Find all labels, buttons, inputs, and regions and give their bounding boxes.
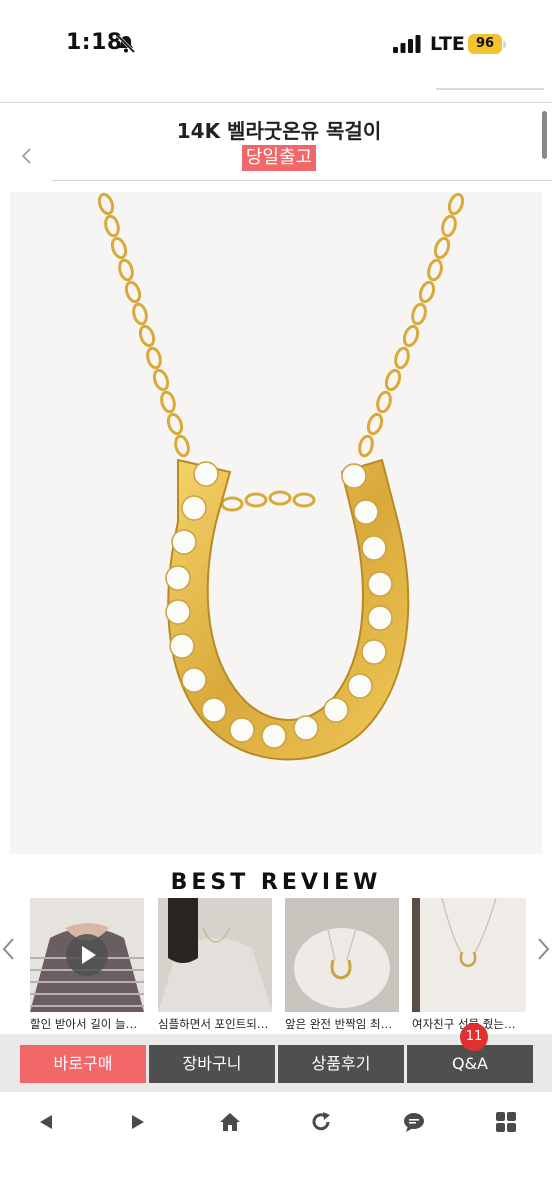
same-day-shipping-badge: 당일출고 <box>241 145 317 171</box>
badge-wrap: 당일출고 <box>0 145 552 171</box>
battery-cap <box>503 41 506 48</box>
divider <box>52 180 552 181</box>
browser-toolbar <box>0 1092 552 1200</box>
battery-indicator: 96 <box>468 34 506 56</box>
network-label: LTE <box>430 33 465 55</box>
battery-level: 96 <box>468 34 502 54</box>
review-thumbnail[interactable] <box>158 898 272 1012</box>
back-arrow-icon[interactable] <box>34 1110 58 1134</box>
cart-button[interactable]: 장바구니 <box>149 1045 275 1083</box>
divider <box>436 88 544 90</box>
grid-icon[interactable] <box>494 1110 518 1134</box>
best-review-title: BEST REVIEW <box>170 870 382 895</box>
buy-now-button[interactable]: 바로구매 <box>20 1045 146 1083</box>
chat-icon[interactable] <box>402 1110 426 1134</box>
review-thumbnail[interactable] <box>285 898 399 1012</box>
status-bar: 1:18 LTE 96 <box>0 0 552 92</box>
home-icon[interactable] <box>218 1110 242 1134</box>
review-caption: 할인 받아서 길이 늘리… <box>30 1017 144 1031</box>
reviews-button[interactable]: 상품후기 <box>278 1045 404 1083</box>
horseshoe-necklace-image <box>10 192 542 854</box>
review-caption: 심플하면서 포인트되… <box>158 1017 269 1031</box>
play-icon[interactable] <box>66 934 108 976</box>
qa-count-badge: 11 <box>460 1023 488 1051</box>
review-photo <box>412 898 526 1012</box>
review-card[interactable]: 여자친구 선물 줬는데 … <box>412 898 526 1032</box>
chevron-right-icon[interactable] <box>534 934 552 964</box>
necklace-illustration <box>97 192 465 761</box>
review-card[interactable]: 앞은 완전 반짝임 최대… <box>285 898 399 1032</box>
review-thumbnail[interactable] <box>30 898 144 1012</box>
status-time: 1:18 <box>66 30 123 55</box>
review-card[interactable]: 할인 받아서 길이 늘리… <box>30 898 144 1032</box>
qa-button[interactable]: Q&A <box>407 1045 533 1083</box>
product-header: 14K 벨라굿온유 목걸이 당일출고 <box>0 102 552 182</box>
page-title: 14K 벨라굿온유 목걸이 <box>176 119 382 143</box>
review-card[interactable]: 심플하면서 포인트되… <box>158 898 272 1032</box>
review-thumbnail[interactable] <box>412 898 526 1012</box>
review-caption: 앞은 완전 반짝임 최대… <box>285 1017 399 1031</box>
refresh-icon[interactable] <box>309 1110 333 1134</box>
scroll-indicator <box>542 111 547 159</box>
signal-bars-icon <box>393 35 421 53</box>
forward-arrow-icon[interactable] <box>126 1110 150 1134</box>
bell-slash-icon <box>116 34 136 54</box>
review-photo <box>158 898 272 1012</box>
review-photo <box>285 898 399 1012</box>
chevron-left-icon[interactable] <box>0 934 18 964</box>
